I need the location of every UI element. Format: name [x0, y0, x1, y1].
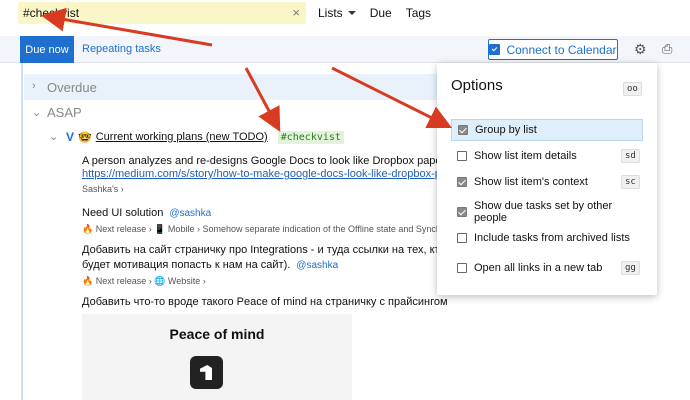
shortcut-badge: sd: [621, 149, 640, 163]
option-label: Show due tasks set by other people: [474, 200, 613, 224]
list-accent-bar: [21, 63, 23, 400]
chevron-right-icon[interactable]: ›: [32, 80, 36, 92]
shortcut-badge: oo: [623, 82, 642, 96]
chevron-down-icon[interactable]: ⌄: [49, 130, 58, 143]
peace-of-mind-image: Peace of mind: [82, 314, 352, 400]
printer-icon[interactable]: ⎙: [662, 41, 672, 57]
mention-sashka[interactable]: @sashka: [169, 208, 211, 219]
item-context[interactable]: Sashka's ›: [82, 184, 124, 194]
checkvist-logo-icon: V: [66, 130, 75, 144]
checkbox[interactable]: [457, 151, 467, 161]
tab-bar: Due now Repeating tasks Connect to Calen…: [0, 36, 690, 63]
item-text: Need UI solution: [82, 207, 164, 219]
list-item: A person analyzes and re-designs Google …: [82, 155, 440, 167]
task-title[interactable]: Current working plans (new TODO): [96, 131, 268, 143]
clear-search-icon[interactable]: ×: [292, 5, 300, 20]
search-box[interactable]: ×: [18, 2, 306, 24]
checkbox[interactable]: [457, 233, 467, 243]
nav-lists[interactable]: Lists: [318, 6, 356, 20]
section-title-overdue: Overdue: [47, 80, 97, 95]
calendar-icon: [489, 44, 501, 55]
list-item: Добавить что-то вроде такого Peace of mi…: [82, 296, 448, 308]
checkbox[interactable]: [458, 125, 468, 135]
item-context[interactable]: 🔥 Next release › 🌐 Website ›: [82, 276, 206, 287]
option-label: Show list item details: [474, 150, 577, 162]
checkbox[interactable]: [457, 263, 467, 273]
option-show-details[interactable]: Show list item details sd: [451, 145, 643, 167]
options-title: Options: [451, 77, 503, 94]
chevron-down-icon: [347, 11, 356, 15]
connect-calendar-label: Connect to Calendar: [506, 42, 617, 57]
nav-due[interactable]: Due: [370, 6, 392, 20]
gear-icon[interactable]: ⚙: [634, 41, 647, 58]
nav-tags[interactable]: Tags: [406, 6, 431, 20]
peace-title: Peace of mind: [169, 326, 265, 342]
tab-repeating-tasks[interactable]: Repeating tasks: [82, 43, 161, 55]
chevron-down-icon[interactable]: ⌄: [32, 106, 41, 119]
task-emoji: 🤓: [78, 131, 92, 144]
option-links-new-tab[interactable]: Open all links in a new tab gg: [451, 257, 643, 279]
option-show-context[interactable]: Show list item's context sc: [451, 171, 643, 193]
app-logo-icon: [190, 356, 223, 389]
shortcut-badge: gg: [621, 261, 640, 275]
list-item: Добавить на сайт страничку про Integrati…: [82, 244, 440, 256]
option-due-by-others[interactable]: Show due tasks set by other people: [451, 200, 643, 224]
list-item: Need UI solution @sashka: [82, 207, 211, 219]
option-label: Show list item's context: [474, 176, 588, 188]
top-nav: Lists Due Tags: [318, 6, 431, 20]
checkbox[interactable]: [457, 177, 467, 187]
item-link[interactable]: https://medium.com/s/story/how-to-make-g…: [82, 168, 440, 180]
mention-sashka[interactable]: @sashka: [296, 260, 338, 271]
option-group-by-list[interactable]: Group by list: [451, 119, 643, 141]
connect-calendar-button[interactable]: Connect to Calendar: [488, 39, 618, 60]
section-title-asap: ASAP: [47, 105, 82, 120]
tag-checkvist[interactable]: #checkvist: [277, 130, 344, 144]
nav-lists-label: Lists: [318, 6, 343, 20]
item-text: будет мотивация попасть к нам на сайт).: [82, 259, 291, 271]
item-context[interactable]: 🔥 Next release › 📱 Mobile › Somehow sepa…: [82, 224, 438, 235]
checkbox[interactable]: [457, 207, 467, 217]
option-label: Open all links in a new tab: [474, 262, 603, 274]
list-item: будет мотивация попасть к нам на сайт). @…: [82, 259, 338, 271]
option-label: Include tasks from archived lists: [474, 232, 630, 244]
task-title-row[interactable]: V 🤓 Current working plans (new TODO) #ch…: [66, 130, 344, 144]
shortcut-badge: sc: [621, 175, 640, 189]
search-input[interactable]: [23, 5, 283, 21]
options-panel: Options oo Group by list Show list item …: [437, 63, 657, 295]
option-label: Group by list: [475, 124, 537, 136]
option-include-archived[interactable]: Include tasks from archived lists: [451, 227, 643, 249]
tab-due-now[interactable]: Due now: [20, 36, 74, 63]
